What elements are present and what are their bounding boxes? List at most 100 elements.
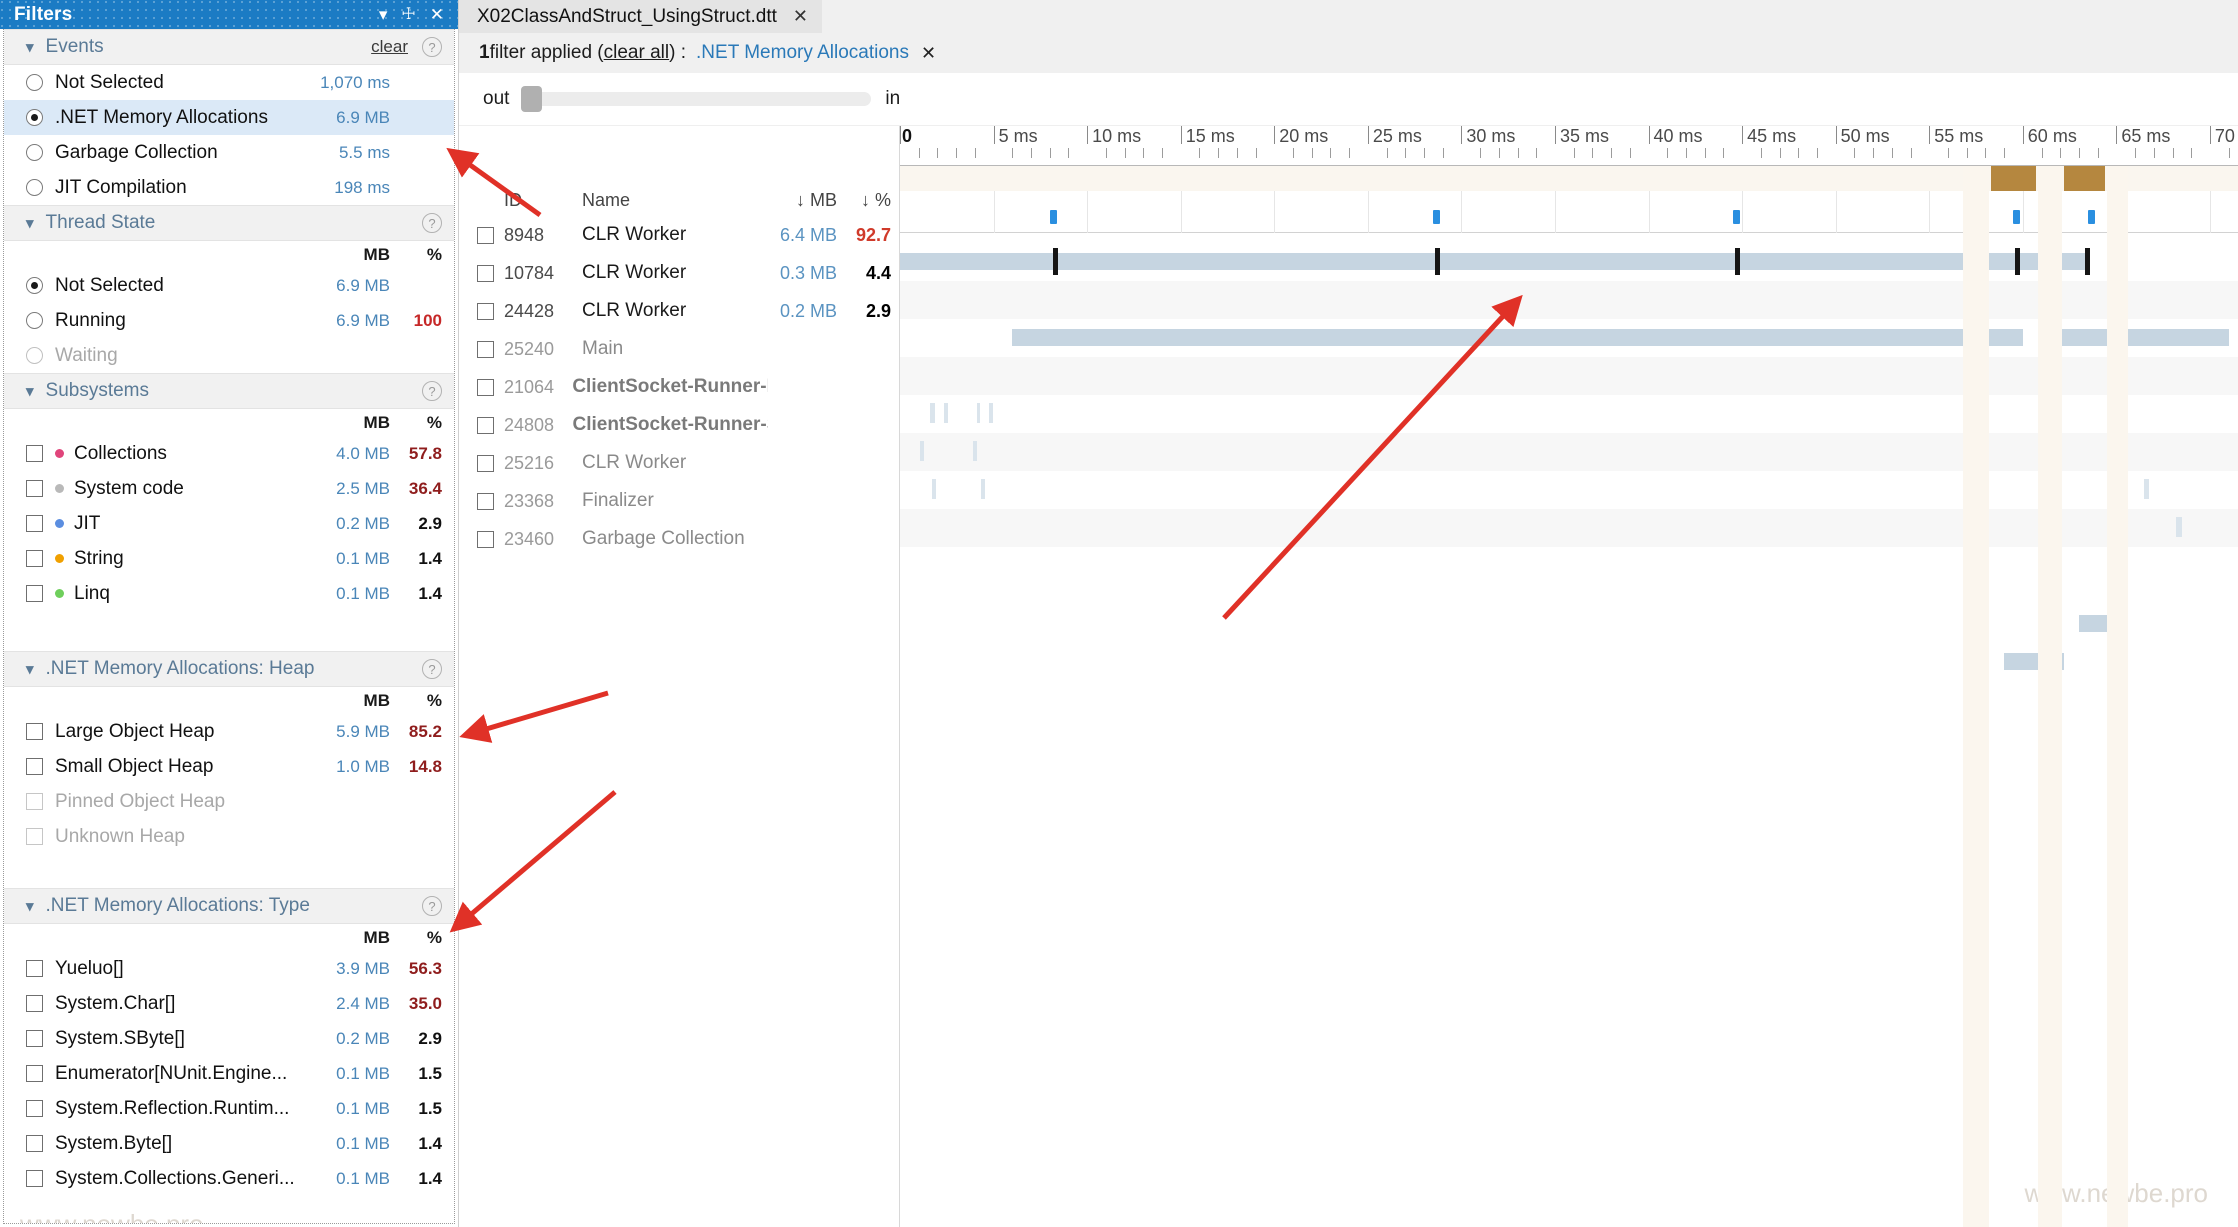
- checkbox-icon[interactable]: [26, 1065, 43, 1082]
- checkbox-icon[interactable]: [26, 758, 43, 775]
- thread-activity-mark[interactable]: [944, 403, 948, 423]
- thread-state-item-waiting[interactable]: Waiting: [4, 338, 454, 373]
- events-item-jit-compilation[interactable]: JIT Compilation 198 ms: [4, 170, 454, 205]
- filters-scroll-area[interactable]: www.newbe.pro ▾ Events clear ? Not Selec…: [3, 29, 455, 1224]
- checkbox-icon[interactable]: [26, 1100, 43, 1117]
- zoom-slider-thumb[interactable]: [521, 86, 542, 112]
- thread-activity-mark[interactable]: [989, 403, 993, 423]
- clear-link-events[interactable]: clear: [371, 37, 408, 57]
- checkbox-icon[interactable]: [26, 828, 43, 845]
- checkbox-icon[interactable]: [26, 995, 43, 1012]
- thread-state-item-not-selected[interactable]: Not Selected 6.9 MB: [4, 268, 454, 303]
- heap-item-large-object-heap[interactable]: Large Object Heap 5.9 MB 85.2: [4, 714, 454, 749]
- gc-marker[interactable]: [1735, 248, 1740, 275]
- allocation-marker[interactable]: [1050, 210, 1057, 224]
- filter-chip-close-icon[interactable]: ✕: [921, 43, 936, 64]
- heap-item-unknown-heap[interactable]: Unknown Heap: [4, 819, 454, 854]
- checkbox-icon[interactable]: [477, 417, 494, 434]
- gc-marker[interactable]: [1435, 248, 1440, 275]
- table-row[interactable]: 21064 ClientSocket-Runner-R...: [459, 368, 899, 406]
- type-item-enumerator-nunit-engine[interactable]: Enumerator[NUnit.Engine... 0.1 MB 1.5: [4, 1056, 454, 1091]
- checkbox-icon[interactable]: [26, 1170, 43, 1187]
- table-row[interactable]: 25240 Main: [459, 330, 899, 368]
- gc-marker[interactable]: [2015, 248, 2020, 275]
- events-item-not-selected[interactable]: Not Selected 1,070 ms: [4, 65, 454, 100]
- table-row[interactable]: 8948 CLR Worker 6.4 MB 92.7: [459, 216, 899, 254]
- checkbox-icon[interactable]: [477, 455, 494, 472]
- table-row[interactable]: 25216 CLR Worker: [459, 444, 899, 482]
- help-icon-heap[interactable]: ?: [422, 659, 442, 679]
- checkbox-icon[interactable]: [26, 585, 43, 602]
- allocation-marker[interactable]: [1433, 210, 1440, 224]
- zoom-slider[interactable]: [521, 89, 871, 109]
- column-header-pct[interactable]: ↓ %: [837, 190, 899, 211]
- checkbox-icon[interactable]: [477, 303, 494, 320]
- checkbox-icon[interactable]: [26, 515, 43, 532]
- checkbox-icon[interactable]: [477, 379, 494, 396]
- gc-marker[interactable]: [1053, 248, 1058, 275]
- thread-activity-mark[interactable]: [920, 441, 924, 461]
- chevron-down-icon[interactable]: ▾: [379, 6, 388, 23]
- thread-activity-mark[interactable]: [932, 479, 936, 499]
- tab-document[interactable]: X02ClassAndStruct_UsingStruct.dtt ✕: [459, 0, 822, 33]
- help-icon-subsystems[interactable]: ?: [422, 381, 442, 401]
- gc-marker[interactable]: [2085, 248, 2090, 275]
- timeline-ruler[interactable]: 05 ms10 ms15 ms20 ms25 ms30 ms35 ms40 ms…: [900, 126, 2238, 166]
- tab-close-icon[interactable]: ✕: [793, 6, 808, 27]
- overview-block[interactable]: [1991, 166, 2036, 191]
- checkbox-icon[interactable]: [477, 493, 494, 510]
- section-header-subsystems[interactable]: ▾ Subsystems ?: [4, 373, 454, 409]
- subsystem-item-string[interactable]: String 0.1 MB 1.4: [4, 541, 454, 576]
- checkbox-icon[interactable]: [26, 793, 43, 810]
- checkbox-icon[interactable]: [26, 480, 43, 497]
- type-item-yueluo[interactable]: Yueluo[] 3.9 MB 56.3: [4, 951, 454, 986]
- allocation-marker[interactable]: [2088, 210, 2095, 224]
- thread-state-item-running[interactable]: Running 6.9 MB 100: [4, 303, 454, 338]
- overview-block[interactable]: [2064, 166, 2105, 191]
- clear-all-link[interactable]: clear all: [604, 42, 669, 64]
- type-item-system-sbyte[interactable]: System.SByte[] 0.2 MB 2.9: [4, 1021, 454, 1056]
- subsystem-item-linq[interactable]: Linq 0.1 MB 1.4: [4, 576, 454, 611]
- checkbox-icon[interactable]: [477, 531, 494, 548]
- column-header-id[interactable]: ID: [504, 190, 582, 211]
- subsystem-item-jit[interactable]: JIT 0.2 MB 2.9: [4, 506, 454, 541]
- table-row[interactable]: 10784 CLR Worker 0.3 MB 4.4: [459, 254, 899, 292]
- section-header-heap[interactable]: ▾ .NET Memory Allocations: Heap ?: [4, 651, 454, 687]
- section-header-events[interactable]: ▾ Events clear ?: [4, 29, 454, 65]
- type-item-system-byte[interactable]: System.Byte[] 0.1 MB 1.4: [4, 1126, 454, 1161]
- events-item-garbage-collection[interactable]: Garbage Collection 5.5 ms: [4, 135, 454, 170]
- table-row[interactable]: 23368 Finalizer: [459, 482, 899, 520]
- thread-activity-mark[interactable]: [930, 403, 935, 423]
- checkbox-icon[interactable]: [26, 550, 43, 567]
- checkbox-icon[interactable]: [477, 227, 494, 244]
- heap-item-pinned-object-heap[interactable]: Pinned Object Heap: [4, 784, 454, 819]
- table-row[interactable]: 24428 CLR Worker 0.2 MB 2.9: [459, 292, 899, 330]
- table-row[interactable]: 24808 ClientSocket-Runner-S...: [459, 406, 899, 444]
- type-item-system-reflection-runtime[interactable]: System.Reflection.Runtim... 0.1 MB 1.5: [4, 1091, 454, 1126]
- thread-activity-mark[interactable]: [2176, 517, 2182, 537]
- checkbox-icon[interactable]: [477, 341, 494, 358]
- checkbox-icon[interactable]: [477, 265, 494, 282]
- timeline-canvas[interactable]: 05 ms10 ms15 ms20 ms25 ms30 ms35 ms40 ms…: [899, 126, 2238, 1227]
- filter-chip-label[interactable]: .NET Memory Allocations: [696, 42, 909, 64]
- help-icon-events[interactable]: ?: [422, 37, 442, 57]
- section-header-thread-state[interactable]: ▾ Thread State ?: [4, 205, 454, 241]
- thread-activity-bar[interactable]: [1012, 329, 2023, 346]
- checkbox-icon[interactable]: [26, 723, 43, 740]
- checkbox-icon[interactable]: [26, 960, 43, 977]
- column-header-mb[interactable]: ↓ MB: [751, 190, 837, 211]
- pin-icon[interactable]: ☩: [401, 7, 415, 23]
- allocation-marker[interactable]: [2013, 210, 2020, 224]
- column-header-name[interactable]: Name: [582, 190, 751, 211]
- help-icon-type[interactable]: ?: [422, 896, 442, 916]
- table-row[interactable]: 23460 Garbage Collection: [459, 520, 899, 558]
- allocation-marker[interactable]: [1733, 210, 1740, 224]
- subsystem-item-collections[interactable]: Collections 4.0 MB 57.8: [4, 436, 454, 471]
- events-item-net-memory-allocations[interactable]: .NET Memory Allocations 6.9 MB: [4, 100, 454, 135]
- checkbox-icon[interactable]: [26, 1030, 43, 1047]
- section-header-type[interactable]: ▾ .NET Memory Allocations: Type ?: [4, 888, 454, 924]
- thread-activity-bar[interactable]: [2060, 329, 2228, 346]
- thread-activity-bar[interactable]: [900, 253, 2088, 270]
- help-icon-thread-state[interactable]: ?: [422, 213, 442, 233]
- checkbox-icon[interactable]: [26, 1135, 43, 1152]
